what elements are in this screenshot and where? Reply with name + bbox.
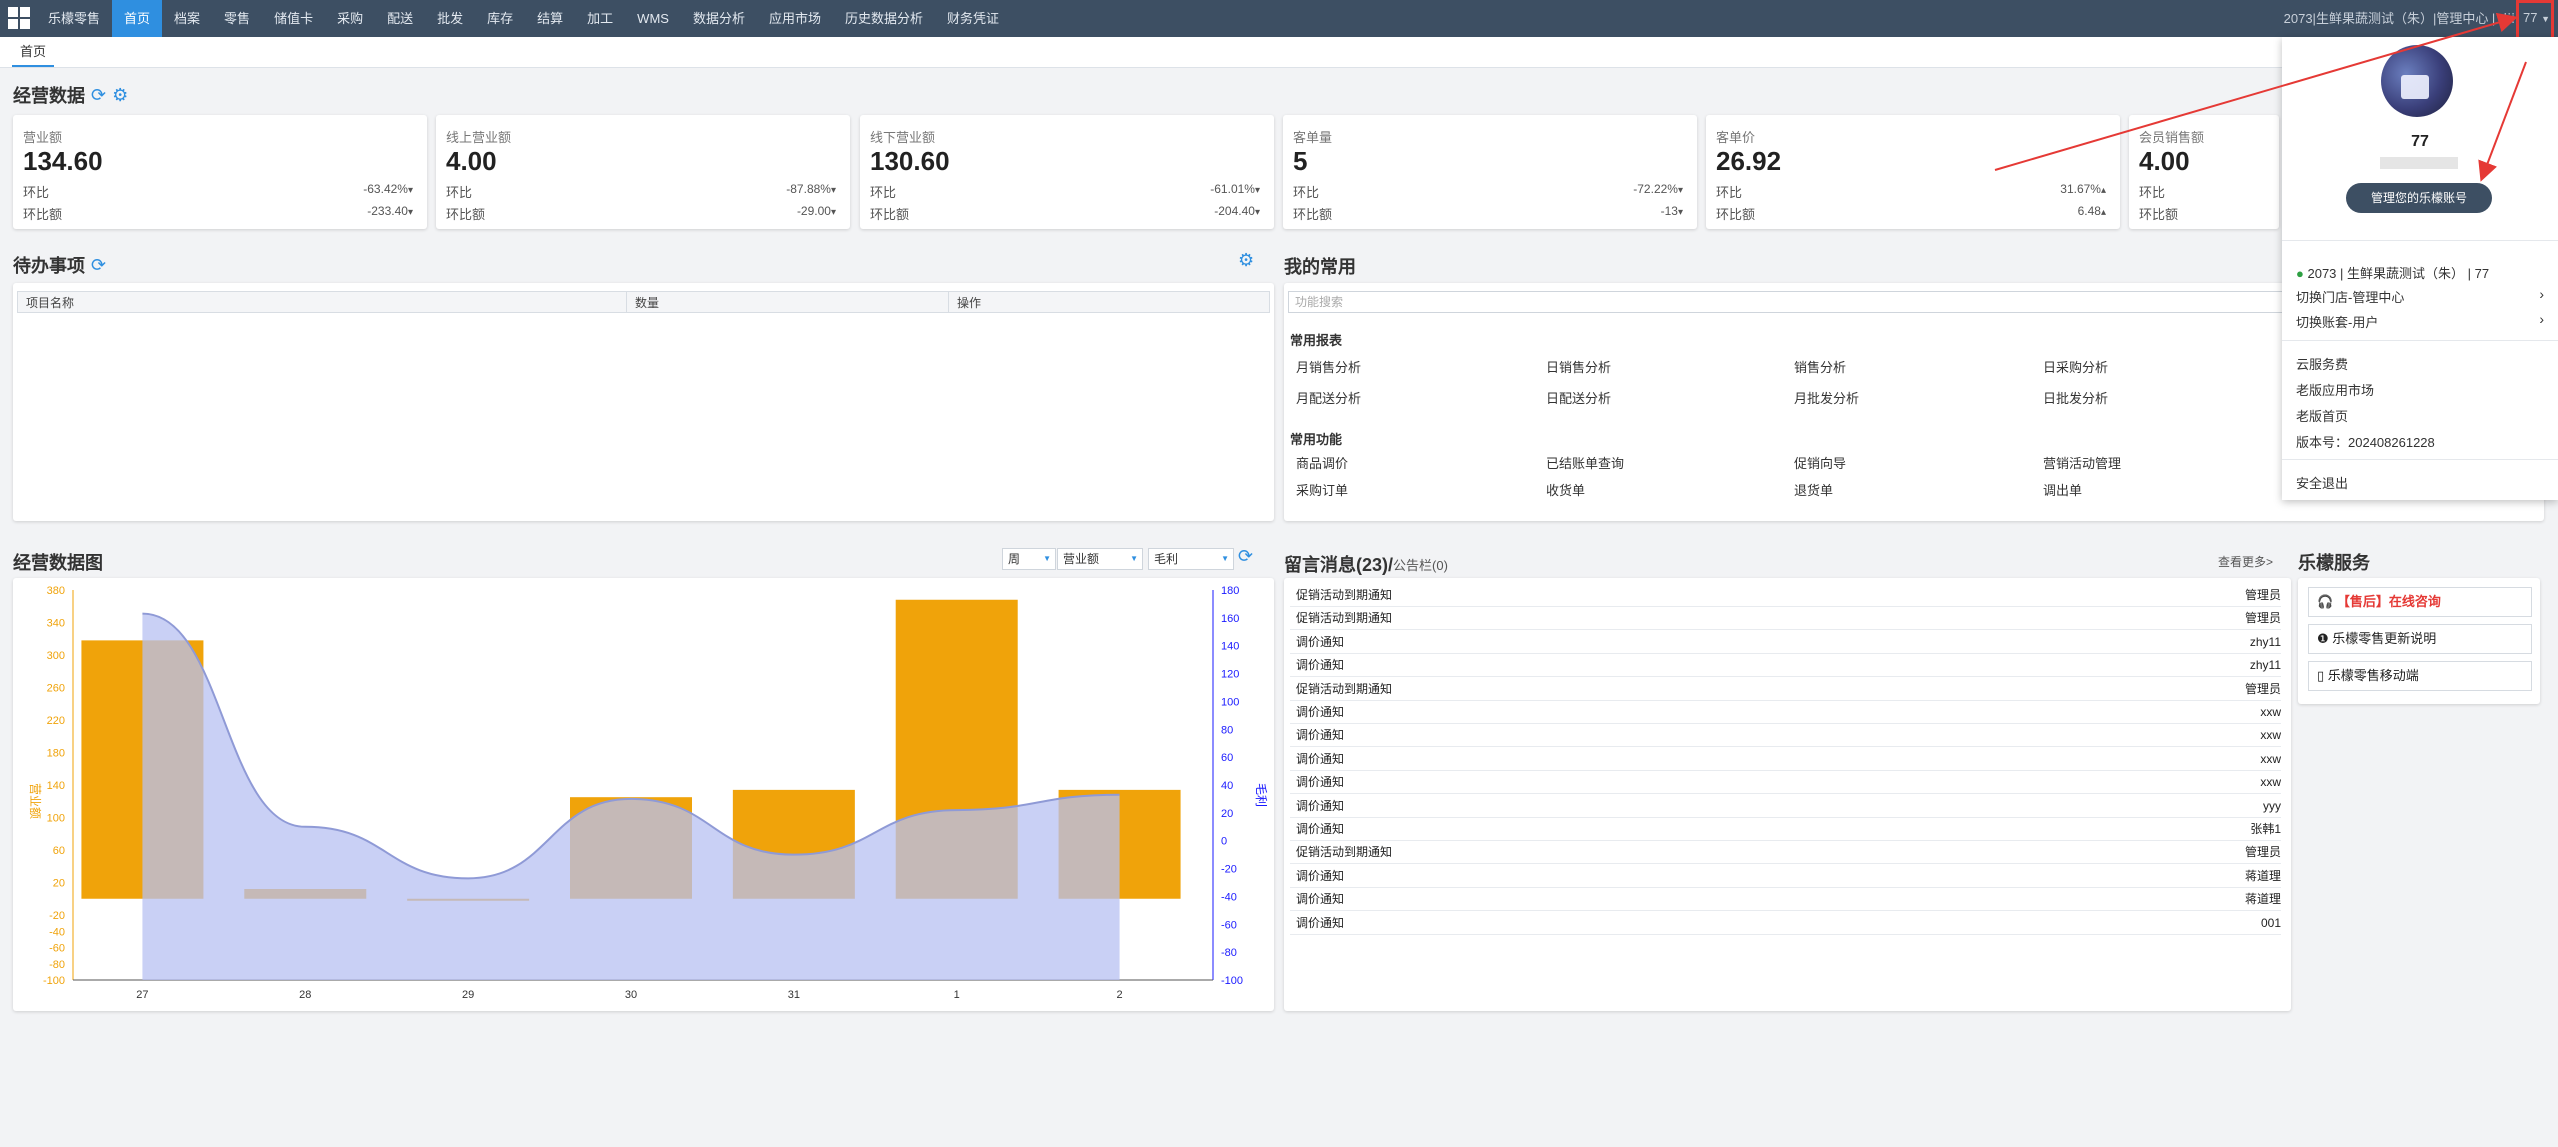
- arrow-line: [1994, 12, 2518, 171]
- arrow-line: [2478, 61, 2527, 182]
- annotation-arrows: [1994, 12, 2527, 182]
